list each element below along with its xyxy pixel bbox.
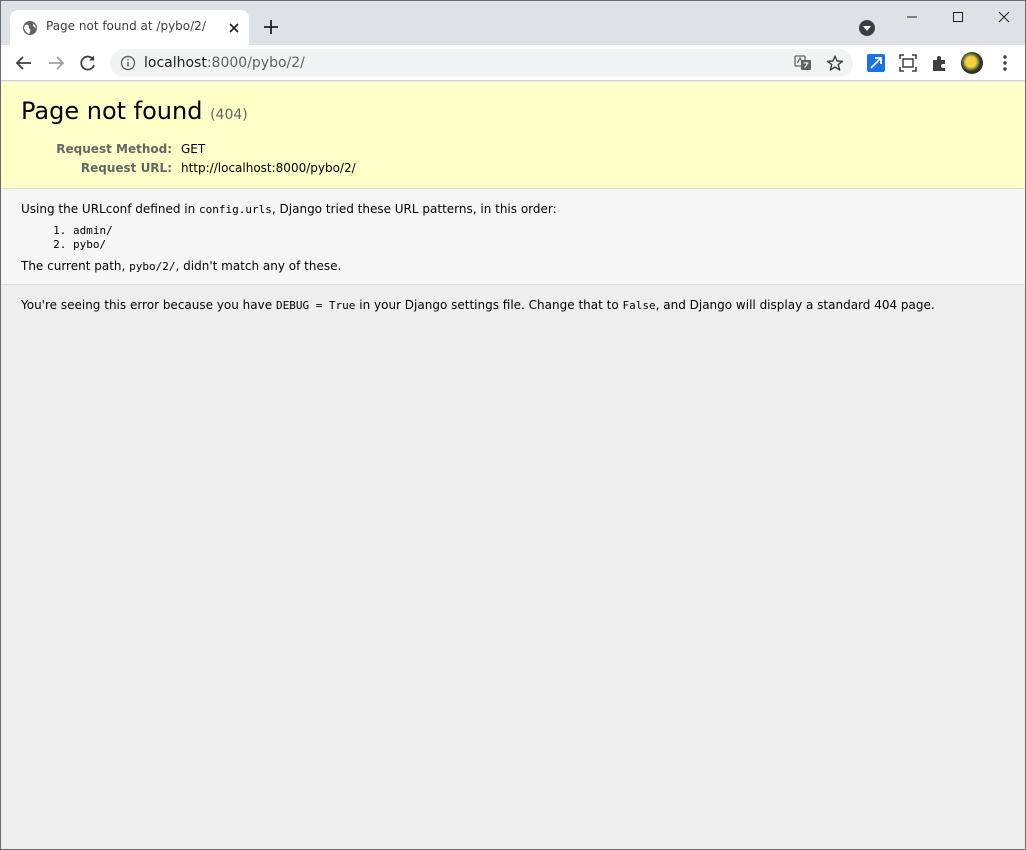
request-meta-table: Request Method: GET Request URL: http://… xyxy=(21,140,356,178)
address-bar[interactable]: localhost:8000/pybo/2/ xyxy=(110,49,853,77)
minimize-button[interactable] xyxy=(889,1,935,33)
urlconf-name: config.urls xyxy=(199,203,272,216)
screenshot-capture-icon[interactable] xyxy=(898,53,918,73)
forward-arrow-icon[interactable] xyxy=(46,53,66,73)
status-code: (404) xyxy=(210,107,248,123)
meta-row: Request URL: http://localhost:8000/pybo/… xyxy=(21,159,356,178)
urlconf-intro: Using the URLconf defined in config.urls… xyxy=(21,202,557,216)
current-path: pybo/2/ xyxy=(129,260,176,273)
url-pattern-item: pybo/ xyxy=(73,238,1005,252)
browser-toolbar: localhost:8000/pybo/2/ xyxy=(1,45,1025,81)
site-info-icon[interactable] xyxy=(120,55,136,71)
minimize-icon xyxy=(907,16,917,18)
tab-strip: Page not found at /pybo/2/ xyxy=(1,1,1025,45)
globe-icon xyxy=(23,21,37,35)
translate-icon[interactable] xyxy=(794,54,812,72)
meta-row: Request Method: GET xyxy=(21,140,356,159)
page-content: Page not found (404) Request Method: GET… xyxy=(1,82,1025,849)
false-value: False xyxy=(622,299,656,312)
tab-title: Page not found at /pybo/2/ xyxy=(46,19,206,33)
browser-tab[interactable]: Page not found at /pybo/2/ xyxy=(10,10,249,45)
reload-icon[interactable] xyxy=(78,53,98,73)
url-pattern-list: admin/ pybo/ xyxy=(73,224,1005,252)
back-arrow-icon[interactable] xyxy=(14,53,34,73)
extensions-puzzle-icon[interactable] xyxy=(930,53,950,73)
maximize-button[interactable] xyxy=(935,1,981,33)
page-title: Page not found (404) xyxy=(21,97,248,125)
extension-arrow-icon[interactable] xyxy=(866,53,886,73)
error-summary: Page not found (404) Request Method: GET… xyxy=(1,82,1025,189)
meta-value: http://localhost:8000/pybo/2/ xyxy=(181,161,356,175)
bookmark-star-icon[interactable] xyxy=(826,54,844,72)
maximize-icon xyxy=(953,12,963,22)
close-tab-icon[interactable] xyxy=(226,20,242,36)
browser-window: Page not found at /pybo/2/ localhost:800… xyxy=(0,0,1026,850)
tab-search-icon[interactable] xyxy=(858,19,876,37)
debug-setting: DEBUG = True xyxy=(275,299,356,312)
meta-label: Request Method: xyxy=(56,142,172,156)
url-text[interactable]: localhost:8000/pybo/2/ xyxy=(144,55,305,71)
meta-label: Request URL: xyxy=(80,161,172,175)
new-tab-icon[interactable] xyxy=(262,18,280,36)
close-icon xyxy=(998,11,1010,23)
url-pattern-item: admin/ xyxy=(73,224,1005,238)
menu-kebab-icon[interactable] xyxy=(999,53,1011,73)
debug-explanation: You're seeing this error because you hav… xyxy=(21,298,935,312)
current-path-note: The current path, pybo/2/, didn't match … xyxy=(21,259,342,273)
meta-value: GET xyxy=(181,142,206,156)
profile-avatar[interactable] xyxy=(961,52,983,74)
url-patterns-info: Using the URLconf defined in config.urls… xyxy=(1,189,1025,285)
close-window-button[interactable] xyxy=(981,1,1025,33)
